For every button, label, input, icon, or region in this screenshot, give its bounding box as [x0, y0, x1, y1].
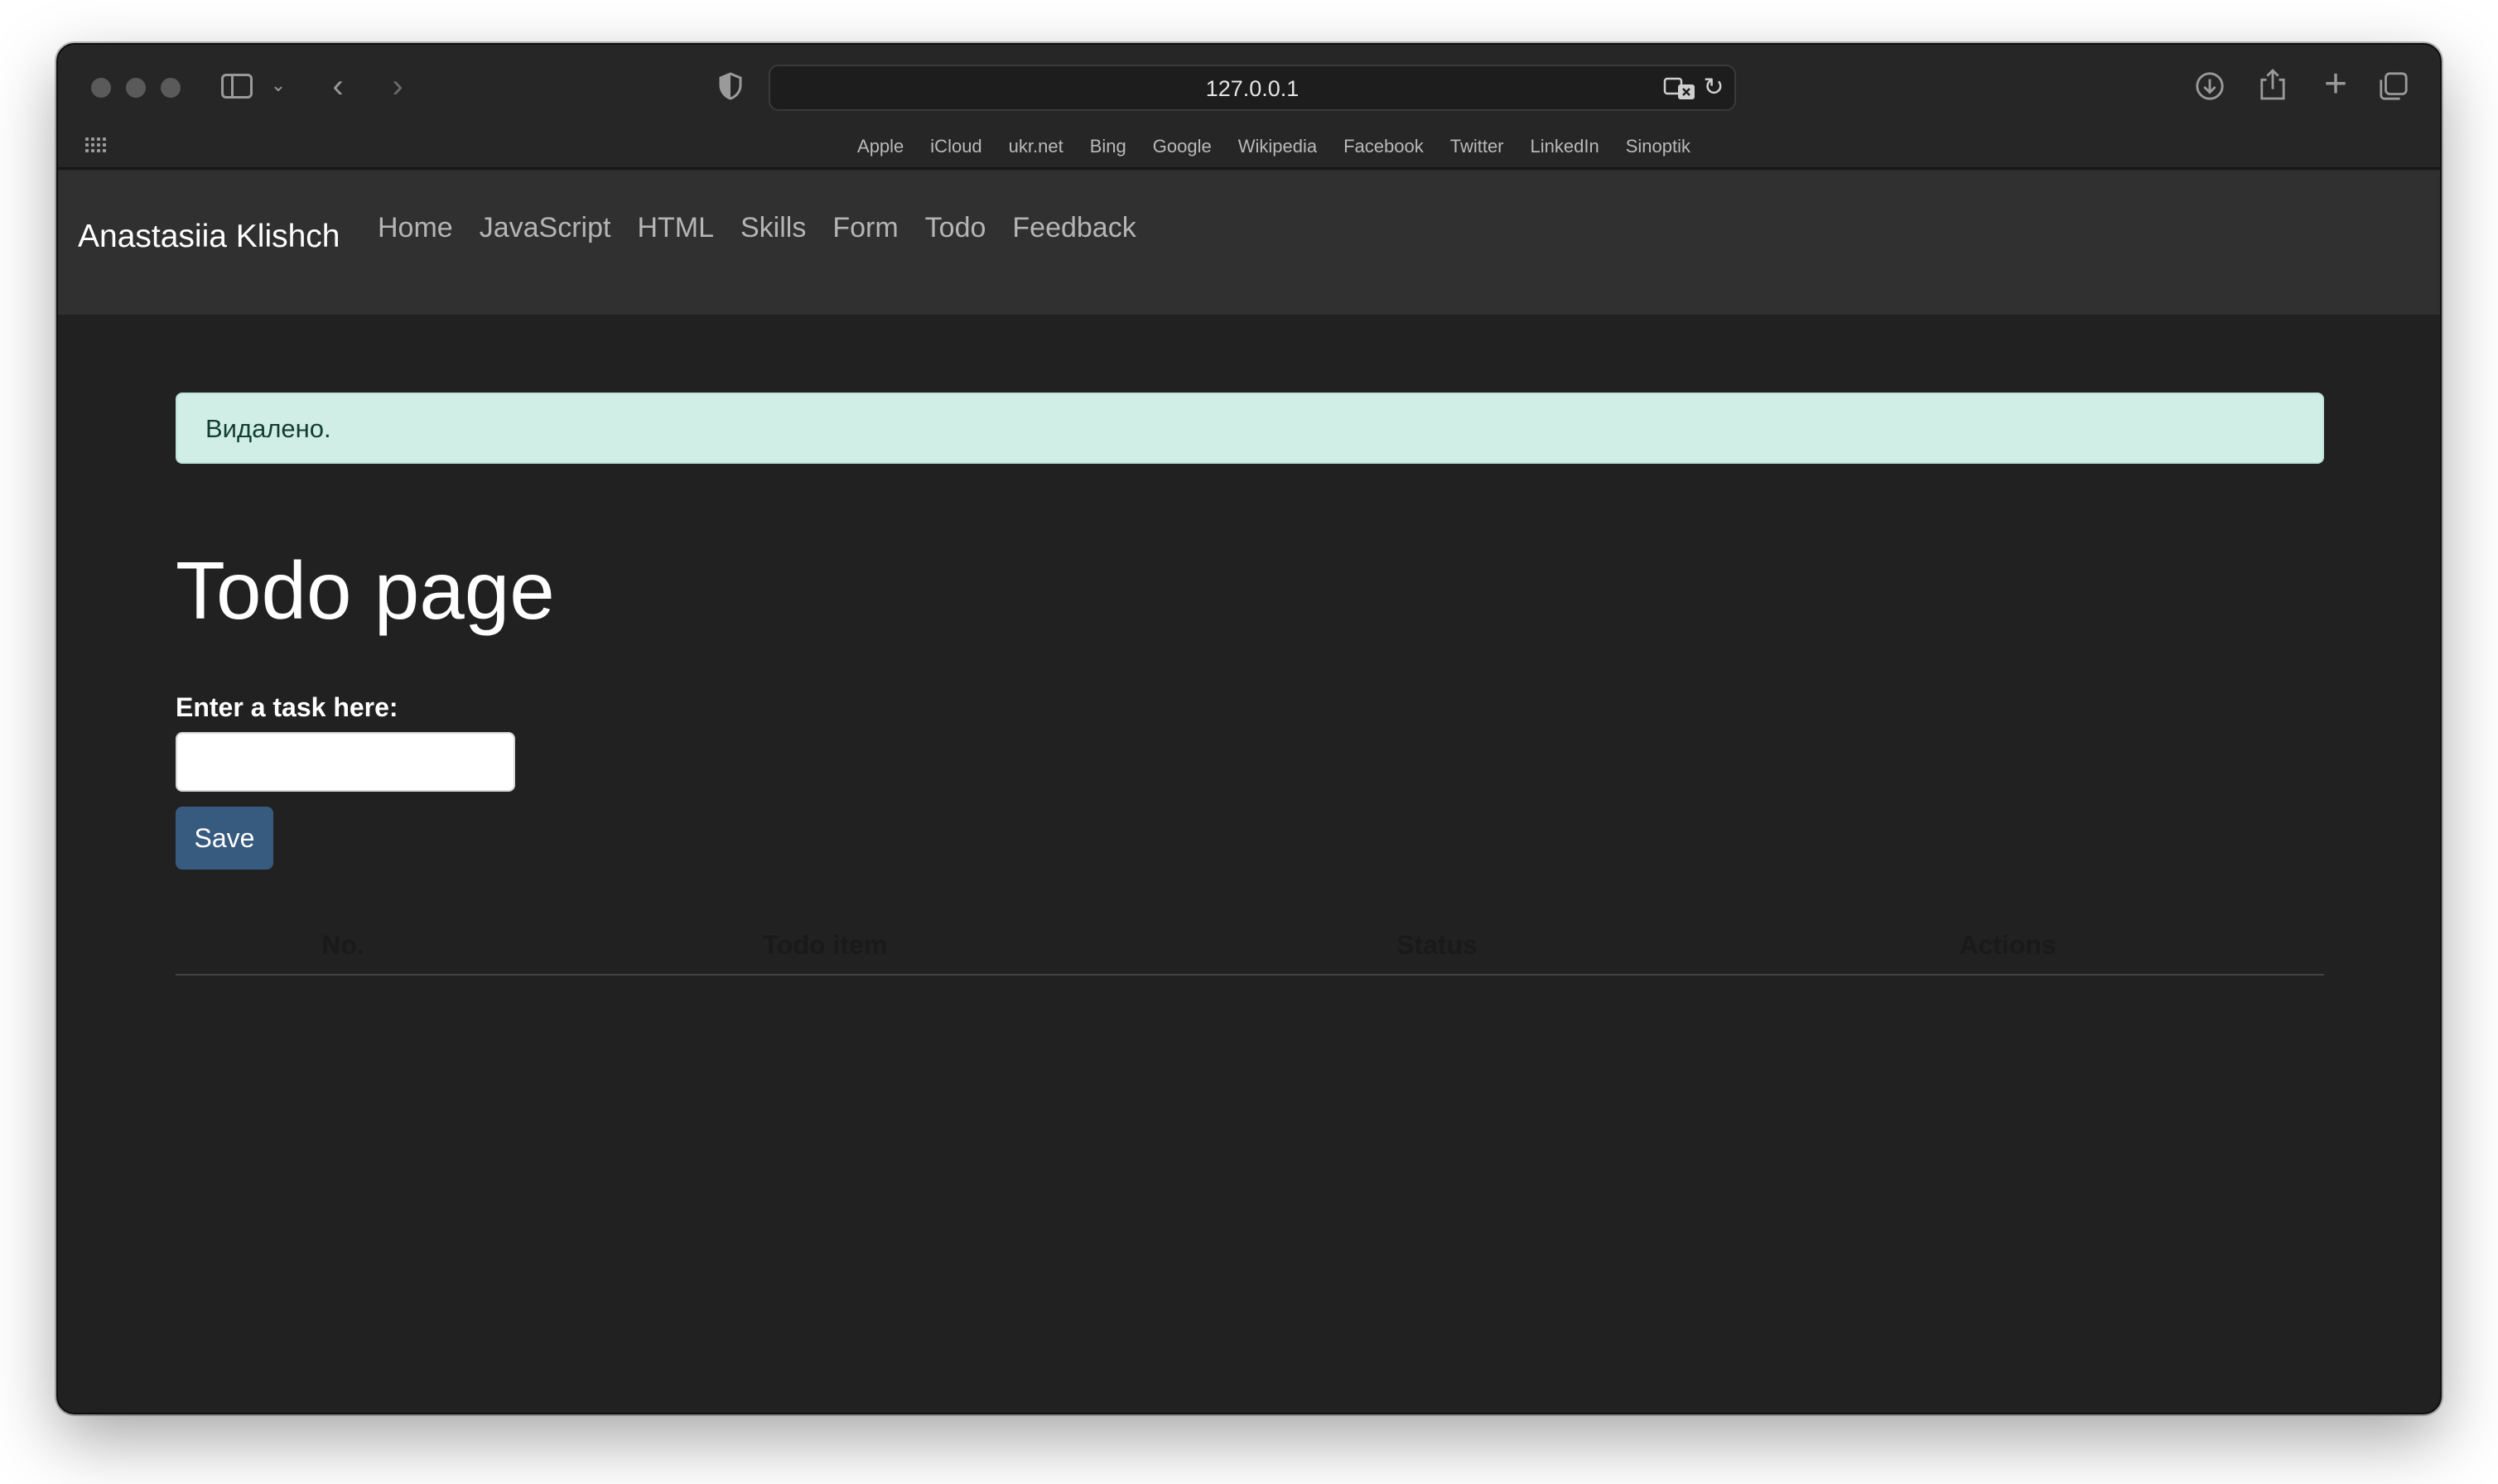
address-bar[interactable]: 127.0.0.1 ↻	[769, 65, 1736, 111]
alert-message: Видалено.	[205, 414, 331, 443]
url-text: 127.0.0.1	[1205, 76, 1300, 101]
chevron-down-icon[interactable]: ⌄	[268, 73, 288, 98]
favorite-link[interactable]: Facebook	[1343, 132, 1424, 161]
download-icon[interactable]	[2193, 70, 2226, 103]
close-window-button[interactable]	[91, 78, 111, 98]
favorite-link[interactable]: Sinoptik	[1626, 132, 1690, 161]
nav-menu: Home JavaScript HTML Skills Form Todo Fe…	[378, 214, 1136, 242]
favorite-link[interactable]: Apple	[857, 132, 904, 161]
nav-link-todo[interactable]: Todo	[925, 214, 986, 242]
zoom-window-button[interactable]	[161, 78, 181, 98]
favorites-bar: Apple iCloud ukr.net Bing Google Wikiped…	[58, 132, 2440, 161]
minimize-window-button[interactable]	[126, 78, 146, 98]
nav-link-feedback[interactable]: Feedback	[1012, 214, 1136, 242]
nav-link-home[interactable]: Home	[378, 214, 453, 242]
favorite-link[interactable]: LinkedIn	[1531, 132, 1599, 161]
favorite-link[interactable]: ukr.net	[1009, 132, 1063, 161]
nav-link-javascript[interactable]: JavaScript	[480, 214, 611, 242]
task-input-label: Enter a task here:	[176, 692, 398, 722]
favorite-link[interactable]: Google	[1153, 132, 1212, 161]
brand-link[interactable]: Anastasiia Klishch	[78, 220, 340, 253]
shield-icon[interactable]	[714, 70, 747, 103]
browser-window: ⌄ ‹ › 127.0.0.1 ↻ + Apple iCloud ukr.net…	[56, 43, 2442, 1414]
favorite-link[interactable]: Twitter	[1450, 132, 1504, 161]
column-header-actions: Actions	[1959, 929, 2057, 960]
tabs-icon[interactable]	[2377, 70, 2410, 103]
favorite-link[interactable]: iCloud	[930, 132, 981, 161]
chevron-left-icon[interactable]: ‹	[321, 70, 354, 103]
table-header-row: No. Todo item Status Actions	[176, 916, 2324, 974]
favorite-link[interactable]: Wikipedia	[1238, 132, 1317, 161]
task-input[interactable]	[176, 732, 515, 792]
plus-icon[interactable]: +	[2317, 65, 2354, 104]
site-navbar: Anastasiia Klishch Home JavaScript HTML …	[58, 171, 2440, 315]
chevron-right-icon[interactable]: ›	[381, 70, 414, 103]
window-controls	[91, 78, 181, 98]
reload-icon[interactable]: ↻	[1701, 73, 1726, 103]
column-header-no: No.	[321, 929, 364, 960]
share-icon[interactable]	[2256, 66, 2289, 103]
nav-link-html[interactable]: HTML	[637, 214, 714, 242]
translate-icon[interactable]	[1663, 75, 1696, 103]
nav-link-form[interactable]: Form	[832, 214, 898, 242]
favorite-link[interactable]: Bing	[1090, 132, 1126, 161]
page-title: Todo page	[176, 545, 555, 636]
sidebar-icon[interactable]	[219, 71, 255, 101]
todo-table: No. Todo item Status Actions	[176, 916, 2324, 976]
column-header-status: Status	[1396, 929, 1478, 960]
success-alert: Видалено.	[176, 393, 2324, 464]
nav-link-skills[interactable]: Skills	[740, 214, 806, 242]
browser-toolbar: ⌄ ‹ › 127.0.0.1 ↻ + Apple iCloud ukr.net…	[58, 45, 2440, 169]
column-header-todo-item: Todo item	[762, 929, 888, 960]
save-button[interactable]: Save	[176, 807, 273, 870]
